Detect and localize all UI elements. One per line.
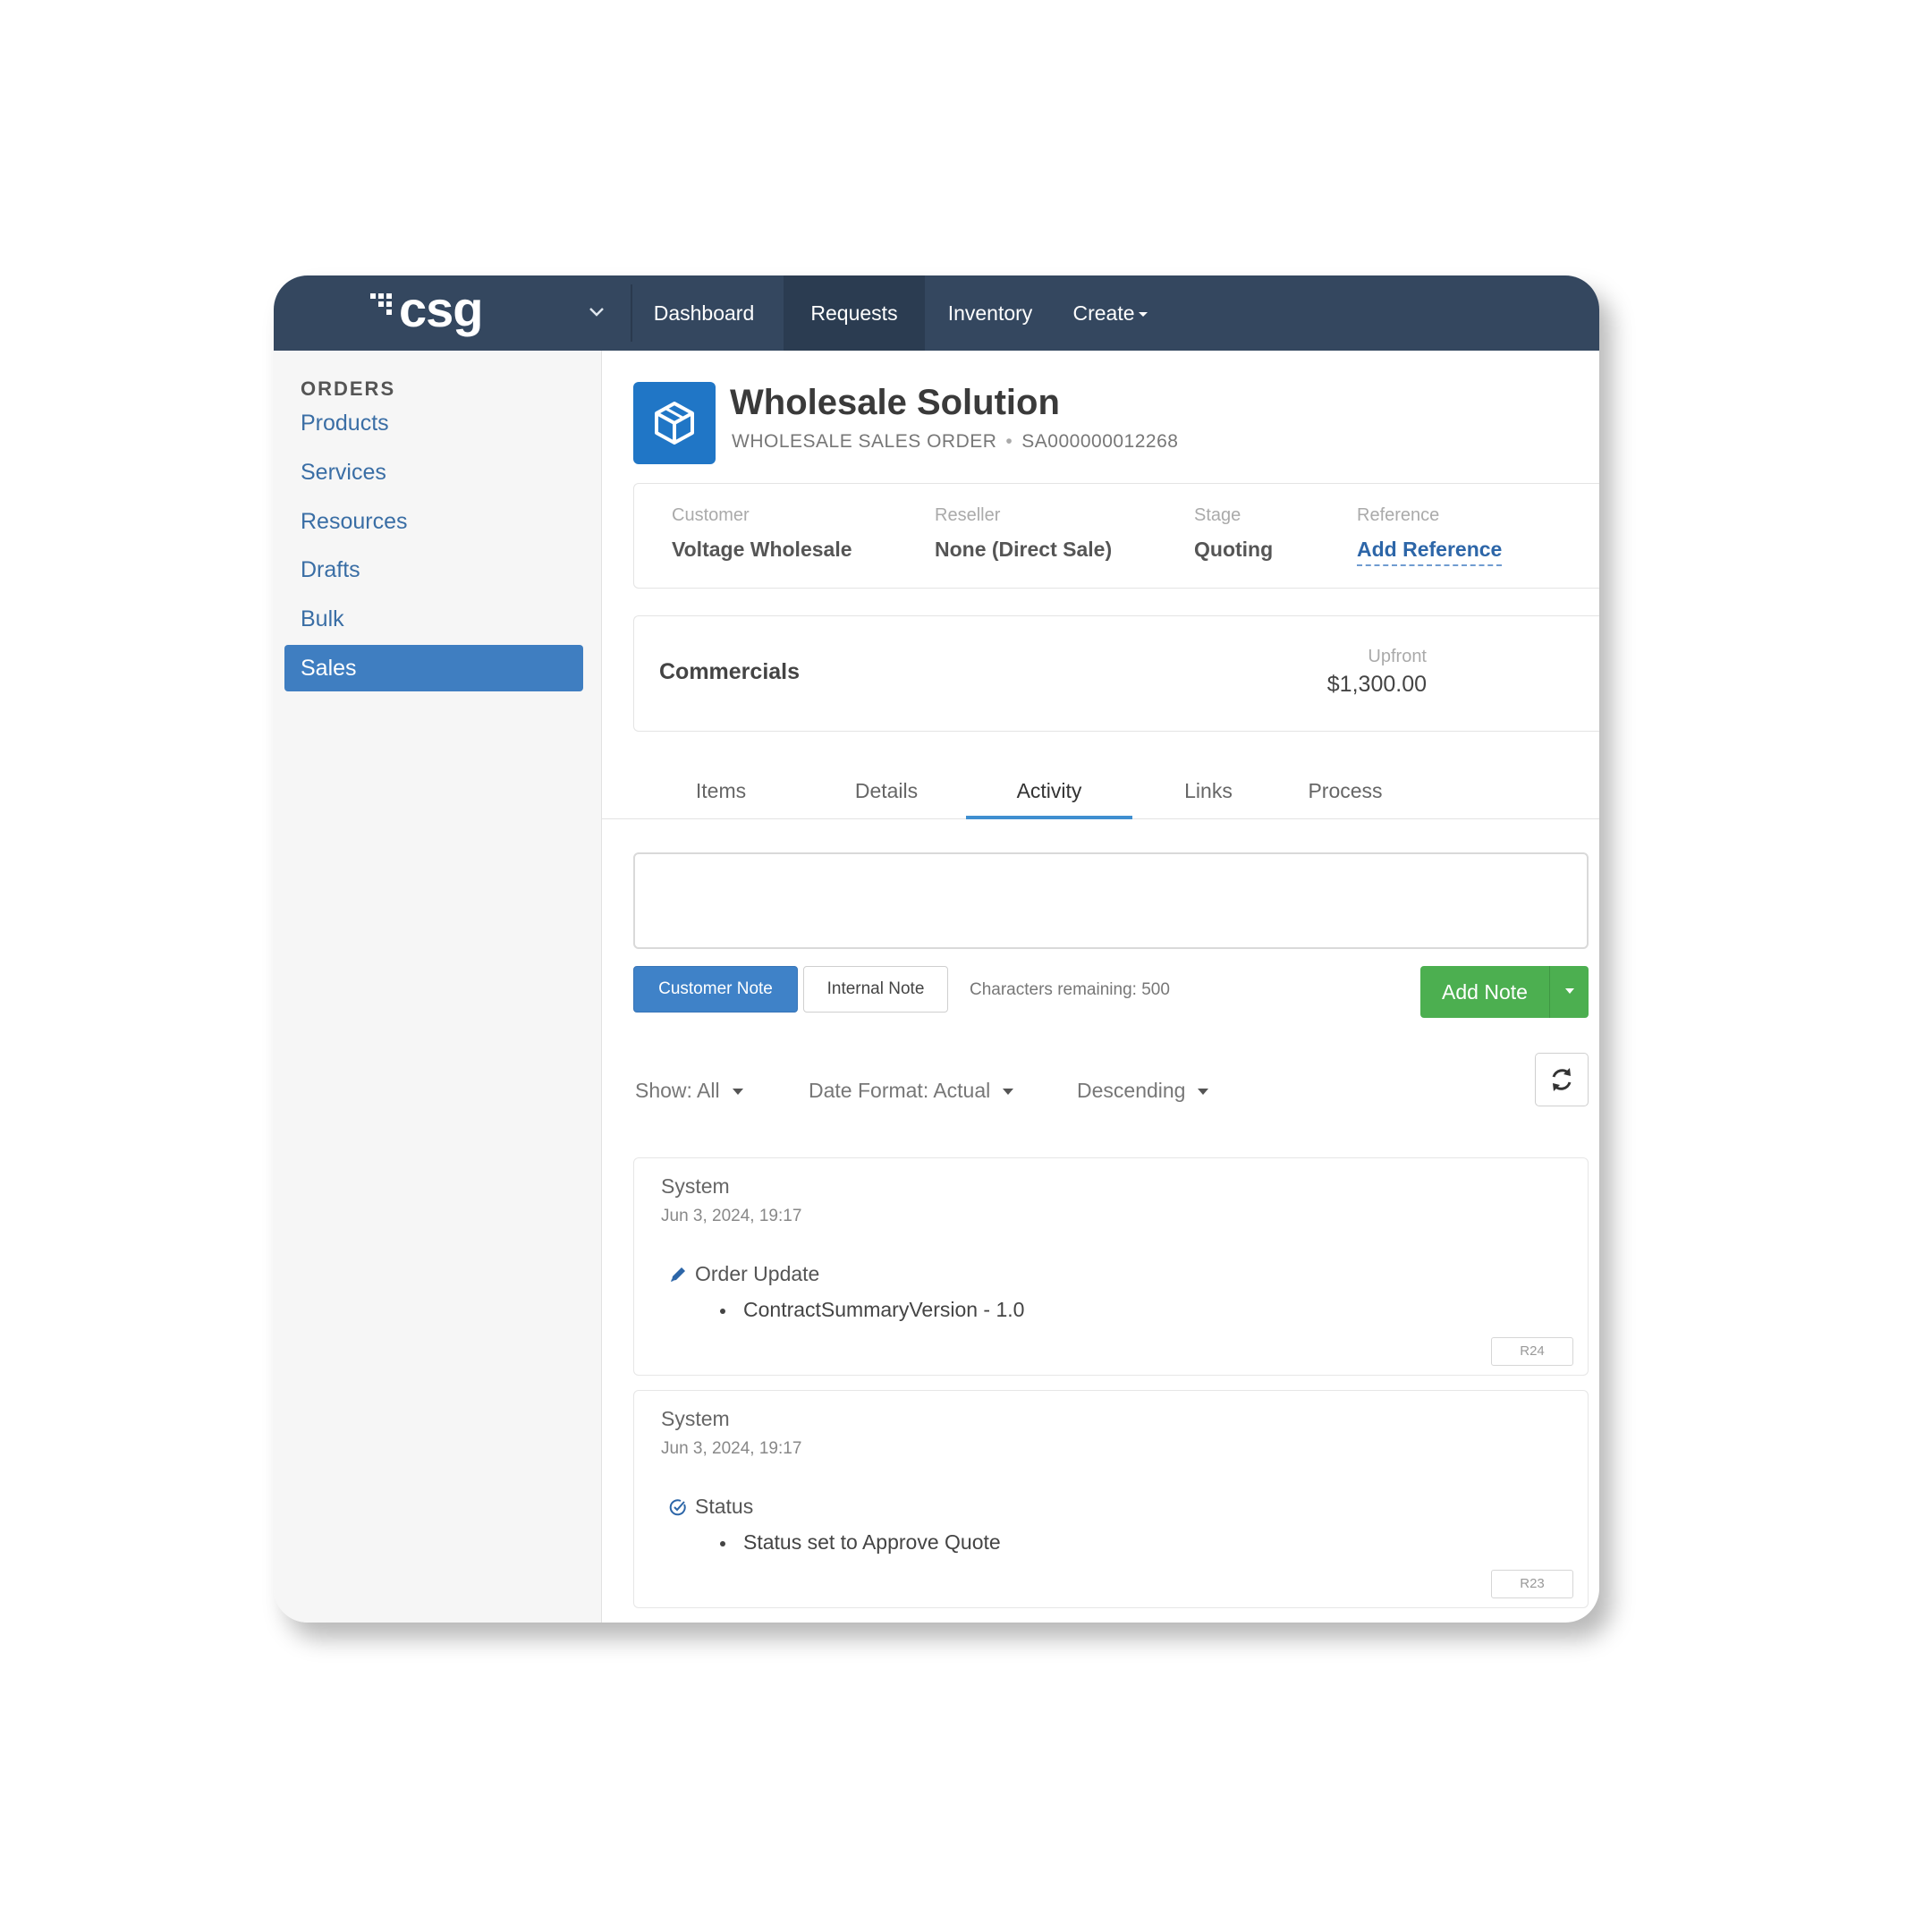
upfront-value: $1,300.00 <box>1326 672 1427 697</box>
revision-badge: R24 <box>1491 1337 1573 1366</box>
tab-activity[interactable]: Activity <box>966 764 1132 819</box>
nav-requests[interactable]: Requests <box>784 275 925 351</box>
nav-create-label: Create <box>1072 301 1135 325</box>
stage-label: Stage <box>1194 505 1241 525</box>
activity-heading: Status <box>668 1495 753 1519</box>
order-id: SA000000012268 <box>1021 431 1179 452</box>
nav-create[interactable]: Create <box>1066 275 1154 351</box>
sort-order-label: Descending <box>1077 1079 1186 1102</box>
internal-note-button[interactable]: Internal Note <box>803 966 948 1013</box>
top-navbar: csg Dashboard Requests Inventory Create <box>274 275 1599 351</box>
tab-links[interactable]: Links <box>1159 764 1258 819</box>
page-subtitle: WHOLESALE SALES ORDER • SA000000012268 <box>732 431 1178 453</box>
chevron-down-icon[interactable] <box>583 299 610 326</box>
characters-remaining: Characters remaining: 500 <box>970 980 1170 999</box>
sidebar-item-services[interactable]: Services <box>284 449 583 496</box>
nav-divider <box>631 284 632 342</box>
caret-down-icon <box>732 1089 743 1096</box>
sidebar-item-drafts[interactable]: Drafts <box>284 547 583 593</box>
sort-order-filter[interactable]: Descending <box>1077 1079 1209 1103</box>
upfront-label: Upfront <box>1368 647 1427 666</box>
sidebar-title: ORDERS <box>301 377 396 400</box>
reference-label: Reference <box>1357 505 1440 525</box>
show-filter[interactable]: Show: All <box>635 1079 743 1103</box>
add-note-dropdown[interactable] <box>1549 966 1589 1018</box>
customer-label: Customer <box>672 505 750 525</box>
nav-inventory[interactable]: Inventory <box>934 275 1046 351</box>
show-filter-label: Show: All <box>635 1079 720 1102</box>
reseller-label: Reseller <box>935 505 1001 525</box>
note-textarea[interactable] <box>633 852 1589 949</box>
activity-entry: System Jun 3, 2024, 19:17 Order Update C… <box>633 1157 1589 1376</box>
commercials-title: Commercials <box>659 659 801 684</box>
caret-down-icon <box>1564 988 1574 994</box>
sidebar-item-sales[interactable]: Sales <box>284 645 583 691</box>
tab-process[interactable]: Process <box>1284 764 1406 819</box>
sidebar-item-bulk[interactable]: Bulk <box>284 596 583 642</box>
activity-entry: System Jun 3, 2024, 19:17 Status Status … <box>633 1390 1589 1608</box>
app-window: csg Dashboard Requests Inventory Create … <box>274 275 1599 1623</box>
activity-time: Jun 3, 2024, 19:17 <box>661 1439 802 1458</box>
tab-items[interactable]: Items <box>664 764 778 819</box>
sidebar-item-products[interactable]: Products <box>284 400 583 446</box>
sidebar-item-resources[interactable]: Resources <box>284 498 583 545</box>
add-note-button[interactable]: Add Note <box>1420 966 1549 1018</box>
caret-down-icon <box>1198 1089 1209 1096</box>
reseller-value: None (Direct Sale) <box>935 538 1113 561</box>
activity-author: System <box>661 1407 730 1430</box>
activity-heading-label: Order Update <box>695 1262 820 1285</box>
nav-dashboard[interactable]: Dashboard <box>640 275 767 351</box>
date-format-label: Date Format: Actual <box>809 1079 991 1102</box>
tab-details[interactable]: Details <box>828 764 945 819</box>
order-type: WHOLESALE SALES ORDER <box>732 431 997 452</box>
csg-logo[interactable]: csg <box>370 283 483 336</box>
page-title: Wholesale Solution <box>730 383 1060 422</box>
caret-down-icon <box>1003 1089 1014 1096</box>
activity-detail: ContractSummaryVersion - 1.0 <box>719 1298 1025 1321</box>
sidebar: ORDERS Products Services Resources Draft… <box>274 351 602 1623</box>
customer-note-button[interactable]: Customer Note <box>633 966 798 1013</box>
logo-mark-icon <box>370 293 392 315</box>
logo-text: csg <box>399 281 483 337</box>
revision-badge: R23 <box>1491 1570 1573 1598</box>
pencil-icon <box>671 1267 685 1282</box>
activity-time: Jun 3, 2024, 19:17 <box>661 1207 802 1225</box>
commercials-card: Commercials Upfront $1,300.00 <box>633 615 1599 732</box>
activity-detail: Status set to Approve Quote <box>720 1530 1001 1554</box>
refresh-button[interactable] <box>1535 1053 1589 1106</box>
activity-heading-label: Status <box>695 1495 754 1518</box>
activity-author: System <box>661 1174 730 1198</box>
refresh-icon <box>1552 1068 1572 1091</box>
order-info-card: Customer Voltage Wholesale Reseller None… <box>633 483 1599 589</box>
activity-heading: Order Update <box>668 1262 819 1286</box>
add-reference-link[interactable]: Add Reference <box>1357 538 1503 566</box>
caret-down-icon <box>1138 312 1148 318</box>
date-format-filter[interactable]: Date Format: Actual <box>809 1079 1014 1103</box>
check-circle-icon <box>669 1498 686 1515</box>
cube-icon <box>633 382 716 464</box>
stage-value: Quoting <box>1194 538 1274 561</box>
separator: • <box>1005 431 1013 452</box>
customer-value: Voltage Wholesale <box>672 538 852 561</box>
